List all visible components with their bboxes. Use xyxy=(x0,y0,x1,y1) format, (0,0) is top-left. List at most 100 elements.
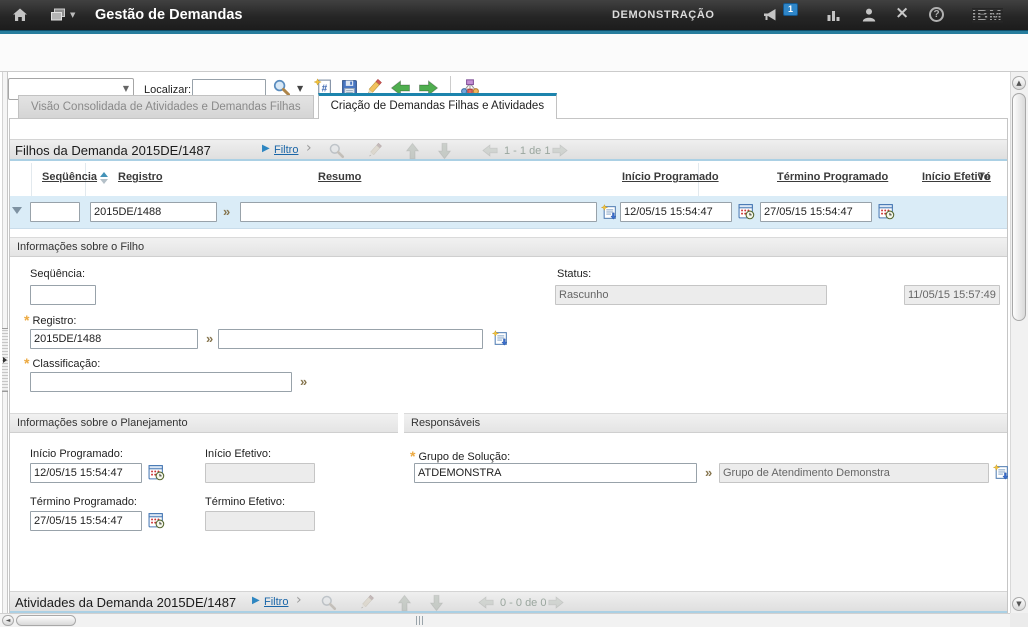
column-header-sequencia[interactable]: Seqüência xyxy=(42,171,97,183)
notification-badge: 1 xyxy=(783,3,798,16)
home-icon[interactable] xyxy=(12,7,28,23)
search-options-caret-icon[interactable]: ▼ xyxy=(297,84,303,93)
top-bar: ▼ Gestão de Demandas DEMONSTRAÇÃO 1 × ? … xyxy=(0,0,1028,30)
filhos-move-down-disabled-icon xyxy=(438,143,452,160)
splitter-arrow-icon xyxy=(3,357,7,363)
planejamento-section-bar: Informações sobre o Planejamento xyxy=(10,413,398,433)
termino-programado-label: Término Programado: xyxy=(30,496,137,508)
app-title: Gestão de Demandas xyxy=(95,7,242,23)
termino-efetivo-field xyxy=(205,511,315,531)
tab-content-panel xyxy=(9,118,1008,613)
inicio-programado-label: Início Programado: xyxy=(30,448,123,460)
info-filho-section-bar: Informações sobre o Filho xyxy=(10,237,1007,257)
tab-visao-consolidada[interactable]: Visão Consolidada de Atividades e Demand… xyxy=(18,95,314,119)
combobox-caret-icon[interactable]: ▼ xyxy=(123,84,129,93)
column-header-inicio-programado[interactable]: Início Programado xyxy=(622,171,719,183)
filhos-pagination: 1 - 1 de 1 xyxy=(504,145,550,157)
splitter-grip[interactable] xyxy=(2,328,8,392)
inicio-efetivo-field xyxy=(205,463,315,483)
filhos-edit-disabled-icon xyxy=(366,142,383,159)
row-inicio-calendar-icon[interactable] xyxy=(738,203,755,220)
filhos-move-up-disabled-icon xyxy=(406,143,420,160)
responsaveis-section-bar: Responsáveis xyxy=(404,413,1007,433)
atividades-search-disabled-icon xyxy=(320,594,337,611)
help-icon[interactable]: ? xyxy=(929,7,944,22)
row-inicio-programado-input[interactable] xyxy=(620,202,732,222)
registro-descricao-input[interactable] xyxy=(218,329,483,349)
filhos-section-title: Filhos da Demanda 2015DE/1487 xyxy=(15,143,211,158)
scroll-left-button[interactable]: ◄ xyxy=(2,615,14,626)
termino-programado-calendar-icon[interactable] xyxy=(148,512,165,529)
horizontal-splitter-grip[interactable] xyxy=(416,616,425,625)
row-termino-programado-input[interactable] xyxy=(760,202,872,222)
inicio-programado-input[interactable] xyxy=(30,463,142,483)
close-icon[interactable]: × xyxy=(895,3,909,23)
row-resumo-notes-icon[interactable] xyxy=(601,204,618,221)
grupo-solucao-descricao-field xyxy=(719,463,989,483)
tab-strip: Visão Consolidada de Atividades e Demand… xyxy=(18,93,557,119)
atividades-filter-play-icon[interactable]: ▶ xyxy=(252,595,260,606)
scroll-left-icon: ◄ xyxy=(6,617,11,624)
horizontal-scrollbar-track[interactable] xyxy=(0,613,1010,627)
environment-label: DEMONSTRAÇÃO xyxy=(612,9,715,21)
atividades-pagination: 0 - 0 de 0 xyxy=(500,597,546,609)
atividades-move-up-disabled-icon xyxy=(398,595,412,612)
horizontal-scrollbar-thumb[interactable] xyxy=(16,615,76,626)
user-profile-icon[interactable] xyxy=(861,8,877,22)
atividades-filtro-link[interactable]: Filtro xyxy=(264,596,288,608)
registro-notes-icon[interactable] xyxy=(492,330,509,347)
filhos-filter-play-icon[interactable]: ▶ xyxy=(262,143,270,154)
registro-input[interactable] xyxy=(30,329,198,349)
registro-label: *Registro: xyxy=(24,312,76,328)
registro-chooser[interactable]: » xyxy=(206,331,212,346)
row-registro-input[interactable] xyxy=(90,202,217,222)
row-registro-chooser[interactable]: » xyxy=(223,204,229,219)
column-header-registro[interactable]: Registro xyxy=(118,171,163,183)
row-sequencia-input[interactable] xyxy=(30,202,80,222)
row-termino-calendar-icon[interactable] xyxy=(878,203,895,220)
scroll-down-button[interactable]: ▼ xyxy=(1012,597,1026,611)
required-icon: * xyxy=(24,312,29,328)
row-expander-icon[interactable] xyxy=(12,207,22,214)
sequencia-label: Seqüência: xyxy=(30,268,85,280)
scroll-down-icon: ▼ xyxy=(1016,600,1021,608)
filhos-expand-chevron-icon[interactable]: › xyxy=(306,140,312,156)
status-field xyxy=(555,285,827,305)
sort-desc-icon xyxy=(100,179,108,184)
termino-programado-input[interactable] xyxy=(30,511,142,531)
grupo-solucao-chooser[interactable]: » xyxy=(705,465,711,480)
termino-efetivo-label: Término Efetivo: xyxy=(205,496,285,508)
announcements-icon[interactable] xyxy=(763,8,779,22)
scroll-up-icon: ▲ xyxy=(1016,79,1021,87)
sort-asc-icon xyxy=(100,172,108,177)
classificacao-label-text: Classificação: xyxy=(32,358,100,370)
windows-menu-caret-icon[interactable]: ▼ xyxy=(70,11,75,19)
column-header-termino-programado[interactable]: Término Programado xyxy=(777,171,888,183)
status-datetime-field xyxy=(904,285,1000,305)
inicio-efetivo-label: Início Efetivo: xyxy=(205,448,271,460)
vertical-scrollbar-thumb[interactable] xyxy=(1012,93,1026,321)
windows-menu-icon[interactable] xyxy=(50,8,66,22)
classificacao-chooser[interactable]: » xyxy=(300,374,306,389)
sequencia-input[interactable] xyxy=(30,285,96,305)
inicio-programado-calendar-icon[interactable] xyxy=(148,464,165,481)
column-header-resumo[interactable]: Resumo xyxy=(318,171,361,183)
grupo-solucao-notes-icon[interactable] xyxy=(993,464,1010,481)
filhos-filtro-link[interactable]: Filtro xyxy=(274,144,298,156)
scroll-up-button[interactable]: ▲ xyxy=(1012,76,1026,90)
scrollbar-corner xyxy=(1010,613,1028,627)
registro-label-text: Registro: xyxy=(32,315,76,327)
classificacao-input[interactable] xyxy=(30,372,292,392)
atividades-expand-chevron-icon[interactable]: › xyxy=(296,592,302,608)
tab-criacao-demandas[interactable]: Criação de Demandas Filhas e Atividades xyxy=(318,93,558,119)
reports-chart-icon[interactable] xyxy=(826,8,842,22)
column-header-termino-efetivo[interactable]: Té xyxy=(978,171,991,183)
grupo-solucao-input[interactable] xyxy=(414,463,697,483)
row-resumo-input[interactable] xyxy=(240,202,597,222)
filhos-prev-page-icon xyxy=(482,144,498,157)
classificacao-label: *Classificação: xyxy=(24,355,100,371)
application-window: ▼ Gestão de Demandas DEMONSTRAÇÃO 1 × ? … xyxy=(0,0,1028,627)
atividades-move-down-disabled-icon xyxy=(430,595,444,612)
grupo-solucao-label-text: Grupo de Solução: xyxy=(418,451,510,463)
main-toolbar: ▼ Localizar: ▼ xyxy=(0,34,1028,72)
